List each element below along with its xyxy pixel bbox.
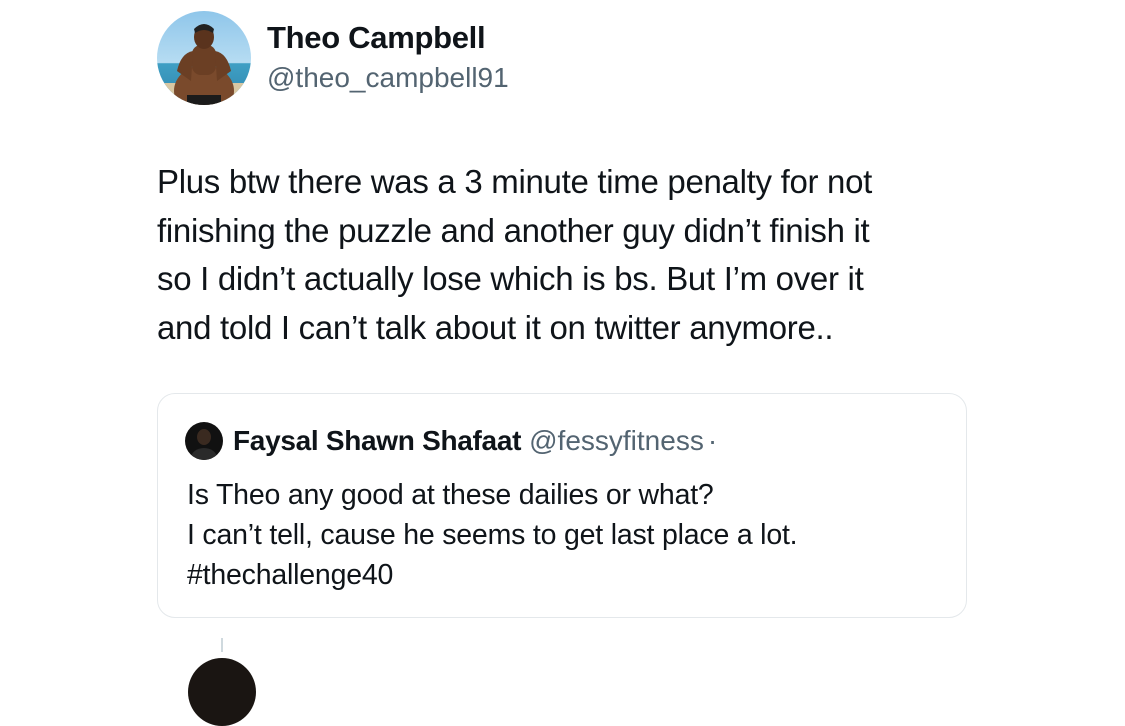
tweet-text-line: Plus btw there was a 3 minute time penal…	[157, 163, 873, 200]
tweet: Theo Campbell @theo_campbell91 Plus btw …	[0, 0, 1125, 726]
thread-connector-line	[221, 638, 223, 652]
quoted-text-line: Is Theo any good at these dailies or wha…	[187, 479, 714, 511]
tweet-text-line: and told I can’t talk about it on twitte…	[157, 308, 834, 346]
tweet-text: Plus btw there was a 3 minute time penal…	[157, 158, 987, 352]
quoted-tweet-text: Is Theo any good at these dailies or wha…	[187, 475, 798, 595]
next-reply-avatar[interactable]	[188, 658, 256, 726]
profile-photo-beach-icon	[157, 11, 251, 105]
author-avatar[interactable]	[157, 11, 251, 105]
tweet-text-line: so I didn’t actually lose which is bs. B…	[157, 260, 864, 297]
quoted-header: Faysal Shawn Shafaat @fessyfitness ·	[233, 423, 717, 459]
quoted-hashtag[interactable]: #thechallenge40	[187, 555, 797, 595]
author-handle[interactable]: @theo_campbell91	[267, 62, 509, 94]
author-name[interactable]: Theo Campbell	[267, 20, 486, 56]
quoted-text-line: I can’t tell, cause he seems to get last…	[187, 519, 798, 551]
profile-photo-dark-icon	[185, 422, 223, 460]
quoted-tweet-card[interactable]: Faysal Shawn Shafaat @fessyfitness · Is Th…	[157, 393, 967, 618]
quoted-author-handle[interactable]: @fessyfitness	[529, 425, 704, 456]
tweet-text-line: finishing the puzzle and another guy did…	[157, 211, 870, 249]
separator-dot: ·	[707, 425, 718, 456]
quoted-author-name[interactable]: Faysal Shawn Shafaat	[233, 425, 521, 456]
quoted-author-avatar[interactable]	[185, 422, 223, 460]
